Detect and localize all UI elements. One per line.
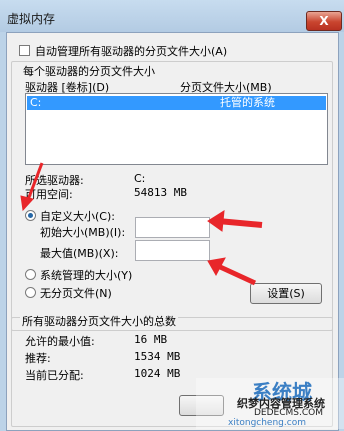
arrow-to-max-input (216, 263, 257, 286)
arrow-to-initial-input (217, 218, 263, 228)
arrow-head-custom (20, 195, 34, 212)
arrow-to-custom-radio (26, 162, 44, 201)
annotation-arrows (20, 162, 263, 286)
watermark-text-4: xitongcheng.com (228, 418, 306, 428)
watermark: 系统城 织梦内容管理系统 DEDECMS.COM xitongcheng.com (196, 378, 344, 429)
arrow-head-initial (207, 210, 225, 232)
watermark-text-3: DEDECMS.COM (254, 408, 323, 418)
